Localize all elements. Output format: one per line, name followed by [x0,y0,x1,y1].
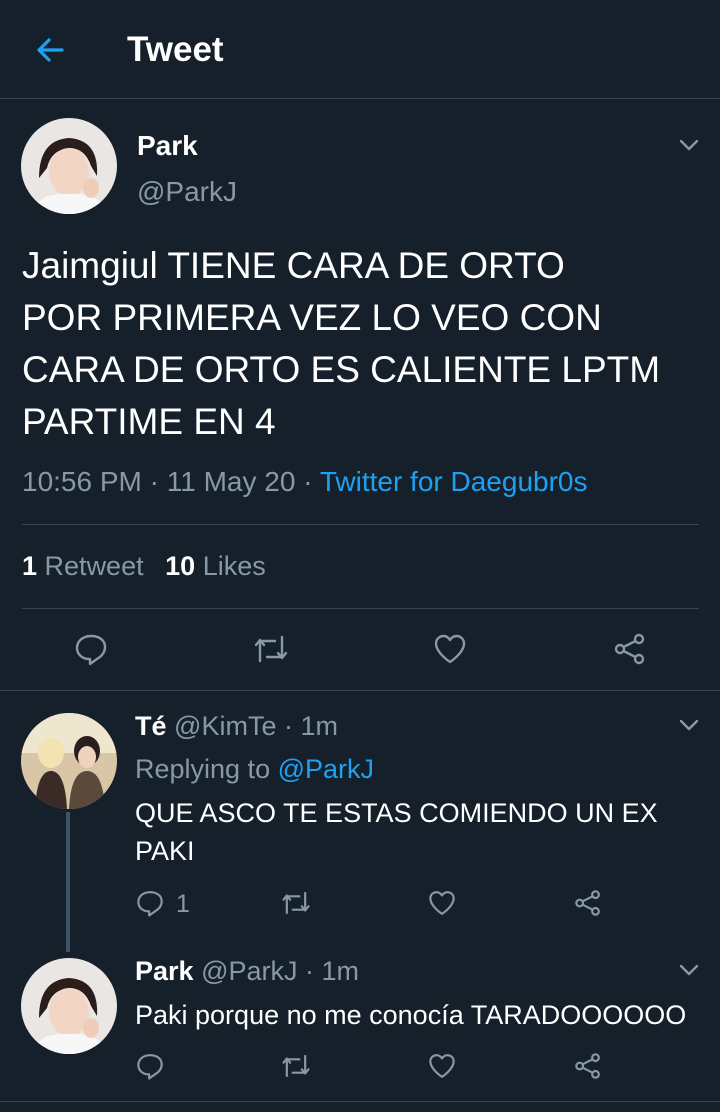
tweet-text-line: CARA DE ORTO ES CALIENTE LPTM [22,349,661,390]
replying-to: Replying to @ParkJ [135,754,374,785]
reply-icon[interactable] [135,888,165,918]
share-icon[interactable] [612,631,648,667]
avatar[interactable] [21,118,117,214]
meta-separator: · [149,466,159,497]
reply-author-name[interactable]: Té [135,711,167,741]
reply-time: · 1m [283,711,338,741]
tweet-divider [0,690,720,691]
page-title: Tweet [127,30,224,69]
reply-header: Té @KimTe · 1m [135,711,338,742]
reply-header: Park @ParkJ · 1m [135,956,359,987]
reply-time: · 1m [305,956,360,986]
avatar-image [21,118,117,214]
reply-text: Paki porque no me conocía TARADOOOOOO [135,996,715,1034]
like-icon[interactable] [427,1051,457,1081]
reply-text-line: Paki porque no me conocía TARADOOOOOO [135,1000,687,1030]
header-divider [0,98,720,99]
tweet-meta: 10:56 PM · 11 May 20 · Twitter for Daegu… [22,466,587,498]
tweet-time: 10:56 PM [22,466,142,497]
share-icon[interactable] [573,888,603,918]
reply-text-line: PAKI [135,836,195,866]
stats-divider [22,608,699,609]
back-arrow-icon[interactable] [34,34,66,66]
tweet-text-line: Jaimgiul TIENE CARA DE ORTO [22,245,565,286]
likes-stat[interactable]: 10 Likes [165,551,266,581]
retweet-icon[interactable] [280,1051,312,1081]
reply-author-handle[interactable]: @KimTe [174,711,276,741]
reply-text: QUE ASCO TE ESTAS COMIENDO UN EX PAKI [135,794,705,870]
meta-separator: · [303,466,313,497]
author-handle[interactable]: @ParkJ [137,176,237,208]
likes-count: 10 [165,551,196,581]
meta-divider [22,524,699,525]
tweet-text-line: POR PRIMERA VEZ LO VEO CON [22,297,602,338]
retweet-icon[interactable] [252,631,290,667]
header-bar: Tweet [0,0,720,98]
tweet-text-line: PARTIME EN 4 [22,401,276,442]
like-icon[interactable] [427,888,457,918]
thread-line [66,812,70,952]
reply-count: 1 [176,890,190,918]
chevron-down-icon[interactable] [678,714,700,736]
replying-to-link[interactable]: @ParkJ [278,754,374,784]
retweets-count: 1 [22,551,38,581]
avatar[interactable] [21,713,117,809]
reply-icon[interactable] [135,1051,165,1081]
author-name[interactable]: Park [137,130,198,162]
like-icon[interactable] [432,631,468,667]
avatar-image [21,713,117,809]
reply-author-name[interactable]: Park [135,956,194,986]
retweets-label: Retweet [44,551,144,581]
tweet-source-link[interactable]: Twitter for Daegubr0s [320,466,588,497]
reply-text-line: QUE ASCO TE ESTAS COMIENDO UN EX [135,798,658,828]
share-icon[interactable] [573,1051,603,1081]
tweet-stats: 1 Retweet 10 Likes [22,551,266,582]
retweet-icon[interactable] [280,888,312,918]
retweets-stat[interactable]: 1 Retweet [22,551,151,581]
tweet-date: 11 May 20 [166,466,296,497]
chevron-down-icon[interactable] [678,959,700,981]
chevron-down-icon[interactable] [678,134,700,156]
reply-divider [0,1101,720,1102]
avatar[interactable] [21,958,117,1054]
avatar-image [21,958,117,1054]
likes-label: Likes [202,551,266,581]
reply-icon[interactable] [73,631,109,667]
tweet-text: Jaimgiul TIENE CARA DE ORTO POR PRIMERA … [22,240,712,448]
reply-author-handle[interactable]: @ParkJ [201,956,297,986]
replying-to-label: Replying to [135,754,271,784]
